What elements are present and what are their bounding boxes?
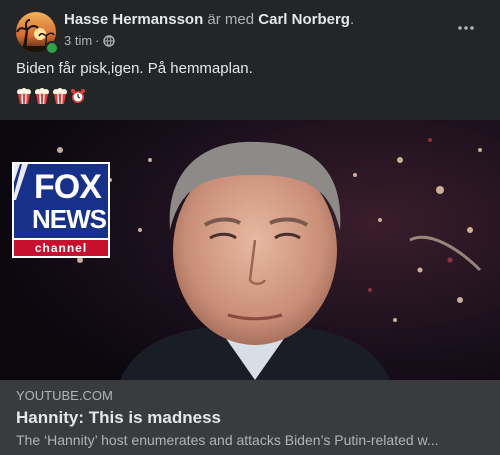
more-options-button[interactable]	[452, 14, 480, 42]
author-name[interactable]: Hasse Hermansson	[64, 11, 203, 28]
tagged-person[interactable]: Carl Norberg	[258, 11, 350, 28]
feed-post: Hasse Hermansson är med Carl Norberg. 3 …	[0, 0, 500, 455]
popcorn-emoji-icon	[17, 88, 31, 104]
fox-news-logo: FOX NEWS channel	[12, 162, 110, 258]
post-time[interactable]: 3 tim	[64, 33, 92, 48]
meta-separator: ·	[95, 33, 100, 48]
logo-word-channel: channel	[14, 240, 108, 256]
post-text: Biden får pisk,igen. På hemmaplan.	[16, 60, 253, 77]
post-meta: 3 tim ·	[64, 33, 115, 48]
online-status-indicator	[45, 41, 59, 55]
period: .	[349, 11, 355, 28]
post-header: Hasse Hermansson är med Carl Norberg.	[64, 11, 354, 28]
with-text: är med	[207, 11, 255, 28]
popcorn-emoji-icon	[53, 88, 67, 104]
popcorn-emoji-icon	[35, 88, 49, 104]
link-source: YOUTUBE.COM	[16, 388, 113, 403]
logo-word-news: NEWS	[32, 204, 107, 234]
logo-blue-block: FOX NEWS	[14, 164, 108, 238]
alarm-clock-emoji-icon	[71, 89, 85, 103]
logo-word-fox: FOX	[34, 168, 102, 206]
link-description: The ‘Hannity’ host enumerates and attack…	[16, 432, 439, 448]
link-preview-box[interactable]: YOUTUBE.COM Hannity: This is madness The…	[0, 380, 500, 455]
more-horizontal-icon	[458, 26, 474, 30]
globe-icon[interactable]	[102, 34, 115, 47]
link-title[interactable]: Hannity: This is madness	[16, 408, 221, 428]
emoji-row	[16, 88, 86, 104]
